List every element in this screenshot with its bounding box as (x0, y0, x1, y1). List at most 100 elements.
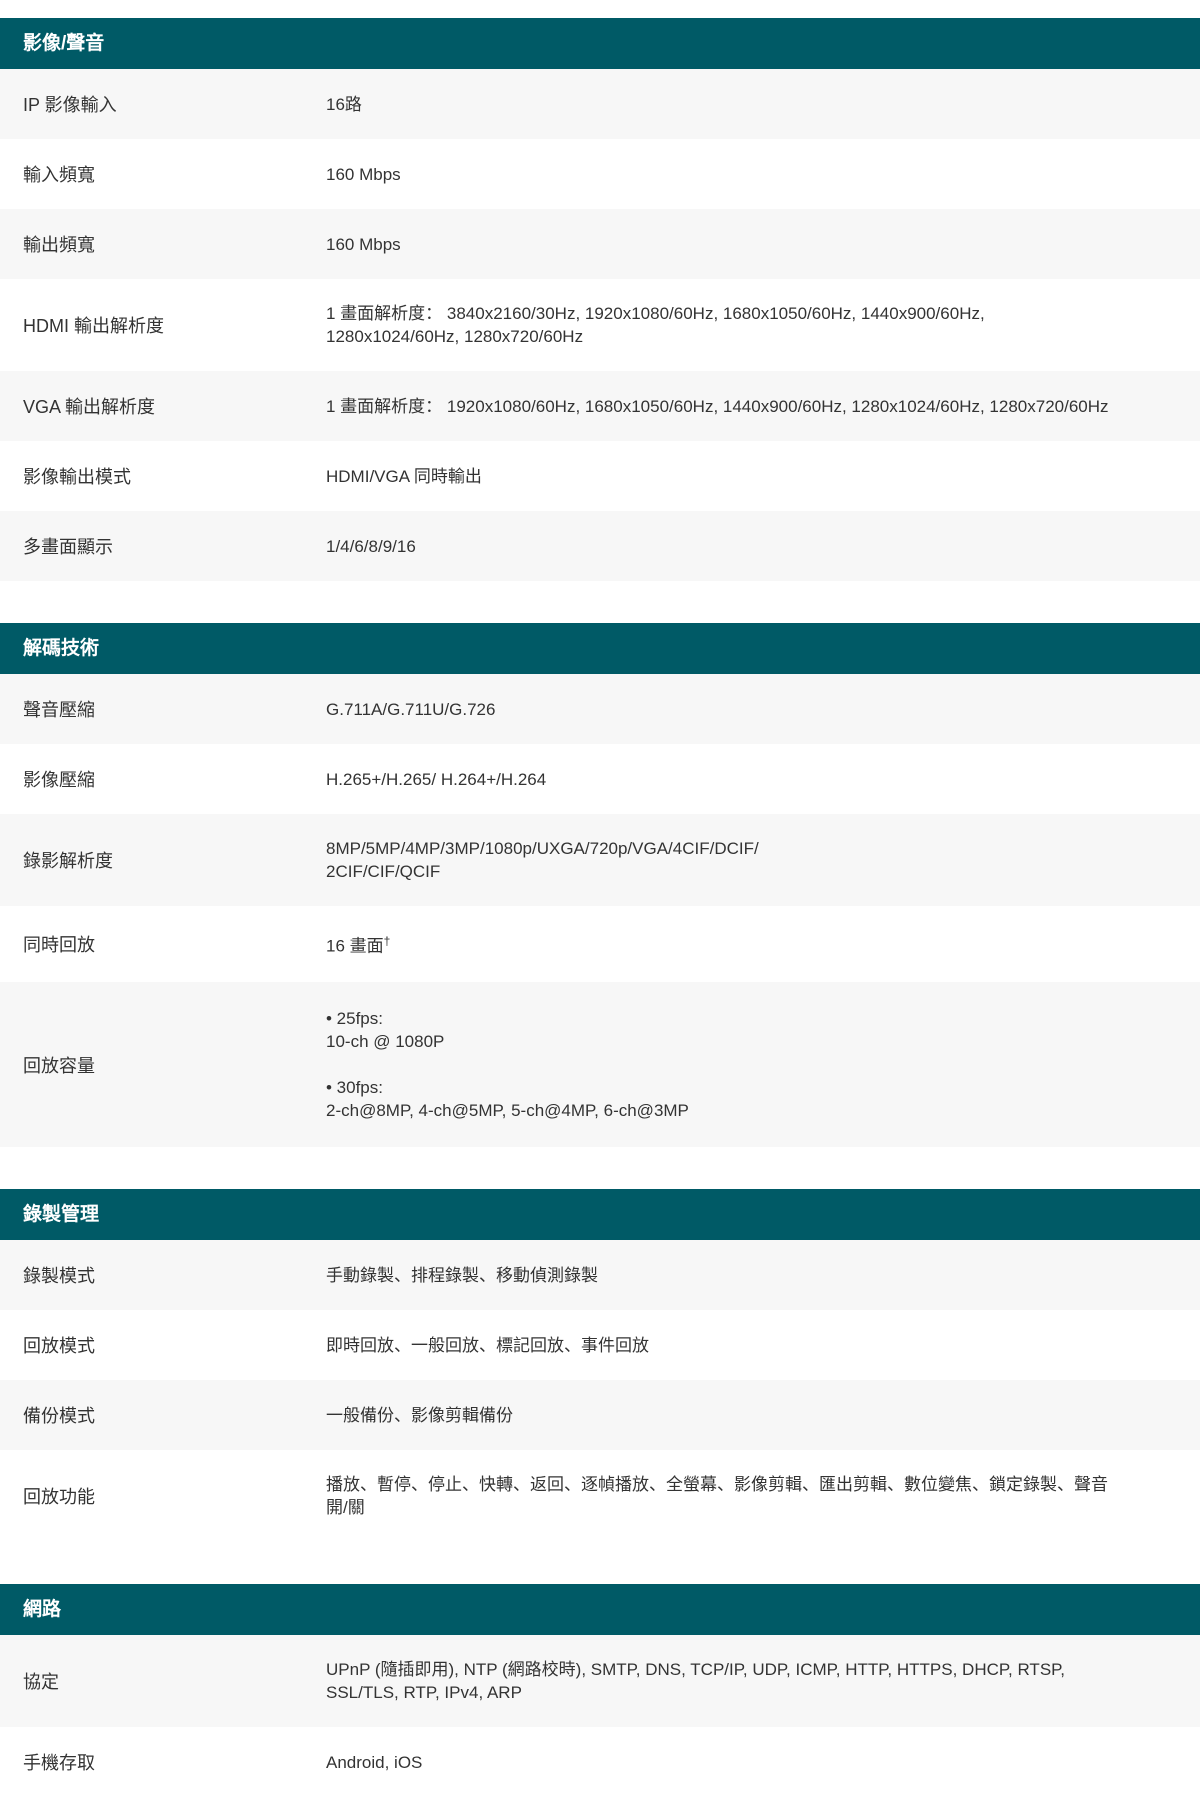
spec-row: 影像輸出模式 HDMI/VGA 同時輸出 (0, 441, 1200, 511)
spec-label-text: 輸出頻寬 (23, 235, 95, 255)
spec-label-text: 影像壓縮 (23, 770, 95, 790)
spec-value: 160 Mbps (298, 139, 1200, 209)
spec-value-text: 播放、暫停、停止、快轉、返回、逐幀播放、全螢幕、影像剪輯、匯出剪輯、數位變焦、鎖… (326, 1475, 1108, 1517)
spec-label-text: 聲音壓縮 (23, 700, 95, 720)
spec-value-wrap: 16路 (326, 93, 362, 116)
spec-value-text: 8MP/5MP/4MP/3MP/1080p/UXGA/720p/VGA/4CIF… (326, 839, 759, 881)
spec-value-text: 即時回放、一般回放、標記回放、事件回放 (326, 1335, 649, 1355)
spec-value-text: UPnP (隨插即用), NTP (網路校時), SMTP, DNS, TCP/… (326, 1660, 1066, 1702)
spec-label: 錄影解析度 (0, 814, 298, 906)
section-header: 影像/聲音 (0, 18, 1200, 69)
spec-value-wrap: H.265+/H.265/ H.264+/H.264 (326, 768, 546, 791)
spec-label-text: 同時回放 (23, 935, 95, 955)
spec-row: 協定 UPnP (隨插即用), NTP (網路校時), SMTP, DNS, TC… (0, 1635, 1200, 1727)
spec-label-text: 錄影解析度 (23, 851, 113, 871)
spec-value-text: 一般備份、影像剪輯備份 (326, 1405, 513, 1425)
spec-value-wrap: 一般備份、影像剪輯備份 (326, 1404, 513, 1427)
spec-section: 錄製管理 錄製模式 手動錄製、排程錄製、移動偵測錄製 回放模式 即時回放、一般回放、標記… (0, 1189, 1200, 1542)
spec-label-text: 影像輸出模式 (23, 467, 131, 487)
spec-row: 錄影解析度 8MP/5MP/4MP/3MP/1080p/UXGA/720p/VGA… (0, 814, 1200, 906)
spec-label-text: VGA 輸出解析度 (23, 397, 156, 417)
spec-row: 錄製模式 手動錄製、排程錄製、移動偵測錄製 (0, 1240, 1200, 1310)
spec-label: 回放模式 (0, 1310, 298, 1380)
spec-value-wrap: 8MP/5MP/4MP/3MP/1080p/UXGA/720p/VGA/4CIF… (326, 837, 759, 883)
spec-row: 備份模式 一般備份、影像剪輯備份 (0, 1380, 1200, 1450)
spec-value: 1 畫面解析度： 3840x2160/30Hz, 1920x1080/60Hz,… (298, 279, 1200, 371)
spec-label: 回放容量 (0, 982, 298, 1147)
spec-value-wrap: 160 Mbps (326, 233, 401, 256)
spec-row: HDMI 輸出解析度 1 畫面解析度： 3840x2160/30Hz, 1920x… (0, 279, 1200, 371)
spec-value: 1/4/6/8/9/16 (298, 511, 1200, 581)
spec-value: Android, iOS (298, 1727, 1200, 1797)
spec-value: UPnP (隨插即用), NTP (網路校時), SMTP, DNS, TCP/… (298, 1635, 1200, 1727)
spec-value-text: 1/4/6/8/9/16 (326, 536, 416, 556)
spec-section: 網路協定 UPnP (隨插即用), NTP (網路校時), SMTP, DNS, … (0, 1584, 1200, 1797)
spec-row: VGA 輸出解析度 1 畫面解析度： 1920x1080/60Hz, 1680x1… (0, 371, 1200, 441)
spec-label: 回放功能 (0, 1450, 298, 1542)
spec-label: 多畫面顯示 (0, 511, 298, 581)
spec-value-wrap: Android, iOS (326, 1751, 422, 1774)
spec-row: 回放功能 播放、暫停、停止、快轉、返回、逐幀播放、全螢幕、影像剪輯、匯出剪輯、數位… (0, 1450, 1200, 1542)
spec-label: 聲音壓縮 (0, 674, 298, 744)
spec-label: 影像壓縮 (0, 744, 298, 814)
section-header: 解碼技術 (0, 623, 1200, 674)
spec-row: 回放模式 即時回放、一般回放、標記回放、事件回放 (0, 1310, 1200, 1380)
spec-value: 手動錄製、排程錄製、移動偵測錄製 (298, 1240, 1200, 1310)
spec-value: 16 畫面† (298, 906, 1200, 982)
spec-label: IP 影像輸入 (0, 69, 298, 139)
spec-row: 回放容量 • 25fps: 10-ch @ 1080P • 30fps: 2-ch… (0, 982, 1200, 1147)
spec-value-wrap: UPnP (隨插即用), NTP (網路校時), SMTP, DNS, TCP/… (326, 1658, 1065, 1704)
spec-row: 同時回放 16 畫面† (0, 906, 1200, 982)
spec-value-wrap: • 25fps: 10-ch @ 1080P • 30fps: 2-ch@8MP… (326, 1007, 689, 1122)
section-header: 網路 (0, 1584, 1200, 1635)
spec-value-text: 1 畫面解析度： 1920x1080/60Hz, 1680x1050/60Hz,… (326, 396, 1109, 416)
spec-label-text: HDMI 輸出解析度 (23, 316, 164, 336)
spec-value: HDMI/VGA 同時輸出 (298, 441, 1200, 511)
spec-label: VGA 輸出解析度 (0, 371, 298, 441)
spec-label-text: 回放功能 (23, 1487, 95, 1507)
spec-value-text: 16路 (326, 94, 362, 114)
spec-value-text: H.265+/H.265/ H.264+/H.264 (326, 769, 547, 789)
spec-row: 聲音壓縮 G.711A/G.711U/G.726 (0, 674, 1200, 744)
spec-value: 16路 (298, 69, 1200, 139)
spec-page: 影像/聲音 IP 影像輸入 16路輸入頻寬 160 Mbps 輸出頻寬 160 Mbps H… (0, 0, 1200, 1797)
spec-label-text: 手機存取 (23, 1753, 95, 1773)
spec-row: 手機存取 Android, iOS (0, 1727, 1200, 1797)
spec-label-text: 備份模式 (23, 1406, 95, 1426)
spec-value-wrap: 即時回放、一般回放、標記回放、事件回放 (326, 1334, 649, 1357)
spec-value-wrap: 播放、暫停、停止、快轉、返回、逐幀播放、全螢幕、影像剪輯、匯出剪輯、數位變焦、鎖… (326, 1473, 1108, 1519)
footnote-marker: † (383, 934, 391, 949)
spec-value-text: 1 畫面解析度： 3840x2160/30Hz, 1920x1080/60Hz,… (326, 304, 985, 346)
spec-row: 影像壓縮 H.265+/H.265/ H.264+/H.264 (0, 744, 1200, 814)
spec-label: 輸出頻寬 (0, 209, 298, 279)
spec-value-text: 160 Mbps (326, 234, 401, 254)
spec-value-text: • 25fps: 10-ch @ 1080P • 30fps: 2-ch@8MP… (326, 1009, 689, 1120)
spec-label-text: 錄製模式 (23, 1266, 95, 1286)
spec-value-text: 手動錄製、排程錄製、移動偵測錄製 (326, 1265, 598, 1285)
spec-value: G.711A/G.711U/G.726 (298, 674, 1200, 744)
spec-row: 輸出頻寬 160 Mbps (0, 209, 1200, 279)
spec-label-text: 回放容量 (23, 1055, 95, 1076)
spec-row: 輸入頻寬 160 Mbps (0, 139, 1200, 209)
spec-value: H.265+/H.265/ H.264+/H.264 (298, 744, 1200, 814)
spec-label: 備份模式 (0, 1380, 298, 1450)
spec-value: 1 畫面解析度： 1920x1080/60Hz, 1680x1050/60Hz,… (298, 371, 1200, 441)
spec-value-wrap: HDMI/VGA 同時輸出 (326, 465, 482, 488)
spec-value: 一般備份、影像剪輯備份 (298, 1380, 1200, 1450)
spec-value-text: G.711A/G.711U/G.726 (326, 699, 496, 719)
spec-value-text: Android, iOS (326, 1752, 423, 1772)
spec-label: 同時回放 (0, 906, 298, 982)
spec-label-text: 協定 (23, 1672, 59, 1692)
spec-value-wrap: 160 Mbps (326, 163, 401, 186)
spec-label: 影像輸出模式 (0, 441, 298, 511)
spec-label-text: 輸入頻寬 (23, 165, 95, 185)
spec-row: IP 影像輸入 16路 (0, 69, 1200, 139)
spec-section: 解碼技術聲音壓縮 G.711A/G.711U/G.726 影像壓縮 H.265+/H.… (0, 623, 1200, 1147)
spec-value: 播放、暫停、停止、快轉、返回、逐幀播放、全螢幕、影像剪輯、匯出剪輯、數位變焦、鎖… (298, 1450, 1200, 1542)
spec-value-wrap: 1 畫面解析度： 3840x2160/30Hz, 1920x1080/60Hz,… (326, 302, 985, 348)
spec-value-wrap: G.711A/G.711U/G.726 (326, 698, 495, 721)
spec-value: 160 Mbps (298, 209, 1200, 279)
spec-value-wrap: 手動錄製、排程錄製、移動偵測錄製 (326, 1264, 598, 1287)
spec-value-wrap: 1 畫面解析度： 1920x1080/60Hz, 1680x1050/60Hz,… (326, 395, 1109, 418)
spec-label-text: 回放模式 (23, 1336, 95, 1356)
